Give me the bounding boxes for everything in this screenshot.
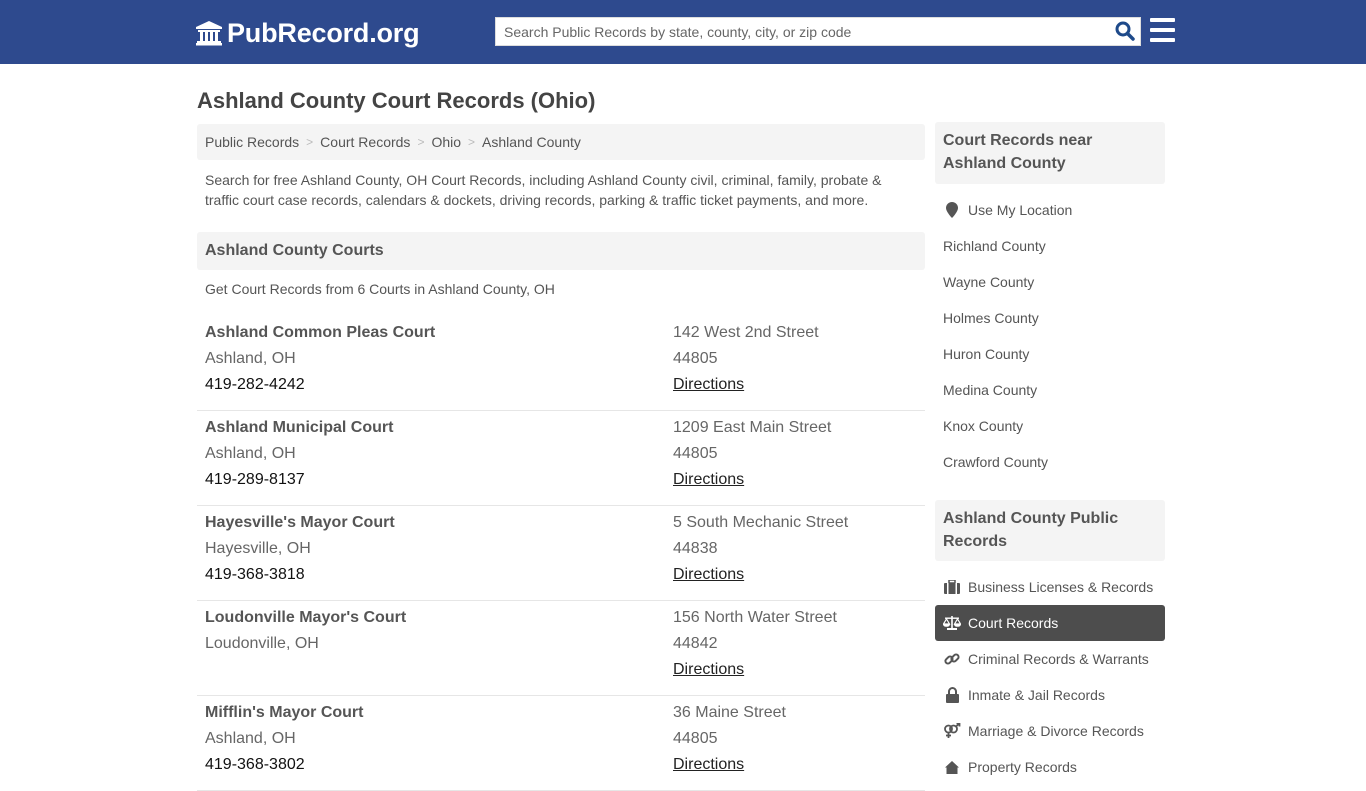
institution-icon xyxy=(196,21,222,46)
sidebar-item-inmate-records[interactable]: Inmate & Jail Records xyxy=(935,677,1165,713)
court-phone[interactable]: 419-368-3818 xyxy=(205,562,395,588)
court-zip: 44805 xyxy=(673,445,718,462)
court-phone[interactable] xyxy=(205,657,406,683)
breadcrumb-ohio[interactable]: Ohio xyxy=(431,134,461,150)
court-item: Loudonville Mayor's Court Loudonville, O… xyxy=(197,601,925,696)
breadcrumb-ashland-county[interactable]: Ashland County xyxy=(482,134,581,150)
nearby-county-link[interactable]: Medina County xyxy=(935,372,1165,408)
nearby-heading: Court Records near Ashland County xyxy=(935,122,1165,184)
breadcrumb-separator: > xyxy=(306,135,314,149)
nearby-county-link[interactable]: Wayne County xyxy=(935,264,1165,300)
breadcrumb-court-records[interactable]: Court Records xyxy=(320,134,410,150)
sidebar-item-label: Business Licenses & Records xyxy=(968,579,1154,595)
sidebar-item-label: Criminal Records & Warrants xyxy=(968,651,1149,667)
court-city: Ashland, OH xyxy=(205,445,296,462)
lock-icon xyxy=(943,687,961,703)
search-icon xyxy=(1115,21,1135,41)
court-zip: 44842 xyxy=(673,635,718,652)
directions-link[interactable]: Directions xyxy=(673,661,744,678)
directions-link[interactable]: Directions xyxy=(673,471,744,488)
court-item: Mifflin's Mayor Court Ashland, OH 419-36… xyxy=(197,696,925,791)
nearby-county-link[interactable]: Richland County xyxy=(935,228,1165,264)
directions-link[interactable]: Directions xyxy=(673,376,744,393)
page-title: Ashland County Court Records (Ohio) xyxy=(197,88,596,113)
nearby-list: Use My Location Richland County Wayne Co… xyxy=(935,192,1165,480)
nearby-county-link[interactable]: Knox County xyxy=(935,408,1165,444)
sidebar-item-label: Inmate & Jail Records xyxy=(968,687,1105,703)
map-marker-icon xyxy=(943,202,961,218)
court-address: 142 West 2nd Street xyxy=(673,324,819,341)
menu-bar xyxy=(1150,38,1175,42)
site-logo[interactable]: PubRecord.org xyxy=(195,17,420,49)
court-address: 1209 East Main Street xyxy=(673,419,832,436)
logo-text: PubRecord.org xyxy=(227,17,420,48)
court-phone[interactable]: 419-282-4242 xyxy=(205,372,435,398)
breadcrumb-public-records[interactable]: Public Records xyxy=(205,134,299,150)
court-name: Loudonville Mayor's Court xyxy=(205,609,407,626)
court-item: Ashland Common Pleas Court Ashland, OH 4… xyxy=(197,316,925,411)
menu-bar xyxy=(1150,18,1175,22)
search-bar xyxy=(495,17,1141,46)
directions-link[interactable]: Directions xyxy=(673,566,744,583)
court-city: Loudonville, OH xyxy=(205,635,319,652)
menu-bar xyxy=(1150,28,1175,32)
intro-text: Search for free Ashland County, OH Court… xyxy=(205,172,882,208)
court-name: Hayesville's Mayor Court xyxy=(205,514,395,531)
court-item: Ashland Municipal Court Ashland, OH 419-… xyxy=(197,411,925,506)
court-zip: 44838 xyxy=(673,540,718,557)
breadcrumb-separator: > xyxy=(468,135,476,149)
search-button[interactable] xyxy=(1114,21,1136,43)
search-input[interactable] xyxy=(496,18,1106,45)
link-icon xyxy=(943,651,961,667)
court-address: 36 Maine Street xyxy=(673,704,786,721)
public-records-heading: Ashland County Public Records xyxy=(935,500,1165,561)
court-zip: 44805 xyxy=(673,350,718,367)
sidebar-item-property-records[interactable]: Property Records xyxy=(935,749,1165,785)
nearby-county-link[interactable]: Crawford County xyxy=(935,444,1165,480)
sidebar-item-label: Court Records xyxy=(968,615,1059,631)
court-name: Mifflin's Mayor Court xyxy=(205,704,364,721)
court-zip: 44805 xyxy=(673,730,718,747)
court-city: Hayesville, OH xyxy=(205,540,311,557)
public-records-list: Business Licenses & Records Court Record… xyxy=(935,569,1165,785)
court-city: Ashland, OH xyxy=(205,730,296,747)
briefcase-icon xyxy=(943,579,961,595)
sidebar-item-marriage-records[interactable]: Marriage & Divorce Records xyxy=(935,713,1165,749)
court-phone[interactable]: 419-289-8137 xyxy=(205,467,393,493)
use-my-location-link[interactable]: Use My Location xyxy=(935,192,1165,228)
court-name: Ashland Common Pleas Court xyxy=(205,324,436,341)
court-city: Ashland, OH xyxy=(205,350,296,367)
court-phone[interactable]: 419-368-3802 xyxy=(205,752,363,778)
scale-icon xyxy=(943,615,961,631)
sidebar-item-court-records[interactable]: Court Records xyxy=(935,605,1165,641)
venus-mars-icon xyxy=(943,723,961,739)
court-address: 5 South Mechanic Street xyxy=(673,514,849,531)
courts-section-subheading: Get Court Records from 6 Courts in Ashla… xyxy=(205,281,555,297)
court-item: Hayesville's Mayor Court Hayesville, OH … xyxy=(197,506,925,601)
use-my-location-label: Use My Location xyxy=(968,202,1073,218)
nearby-county-link[interactable]: Huron County xyxy=(935,336,1165,372)
breadcrumb-separator: > xyxy=(417,135,425,149)
sidebar-item-label: Property Records xyxy=(968,759,1077,775)
nearby-county-link[interactable]: Holmes County xyxy=(935,300,1165,336)
directions-link[interactable]: Directions xyxy=(673,756,744,773)
sidebar-item-business-licenses[interactable]: Business Licenses & Records xyxy=(935,569,1165,605)
top-navbar: PubRecord.org xyxy=(0,0,1366,64)
sidebar-item-criminal-records[interactable]: Criminal Records & Warrants xyxy=(935,641,1165,677)
sidebar-item-label: Marriage & Divorce Records xyxy=(968,723,1144,739)
hamburger-menu-button[interactable] xyxy=(1150,18,1175,42)
breadcrumb: Public Records > Court Records > Ohio > … xyxy=(197,124,925,160)
court-address: 156 North Water Street xyxy=(673,609,837,626)
court-list: Ashland Common Pleas Court Ashland, OH 4… xyxy=(197,316,925,791)
court-name: Ashland Municipal Court xyxy=(205,419,394,436)
courts-section-heading: Ashland County Courts xyxy=(197,232,925,270)
home-icon xyxy=(943,759,961,775)
